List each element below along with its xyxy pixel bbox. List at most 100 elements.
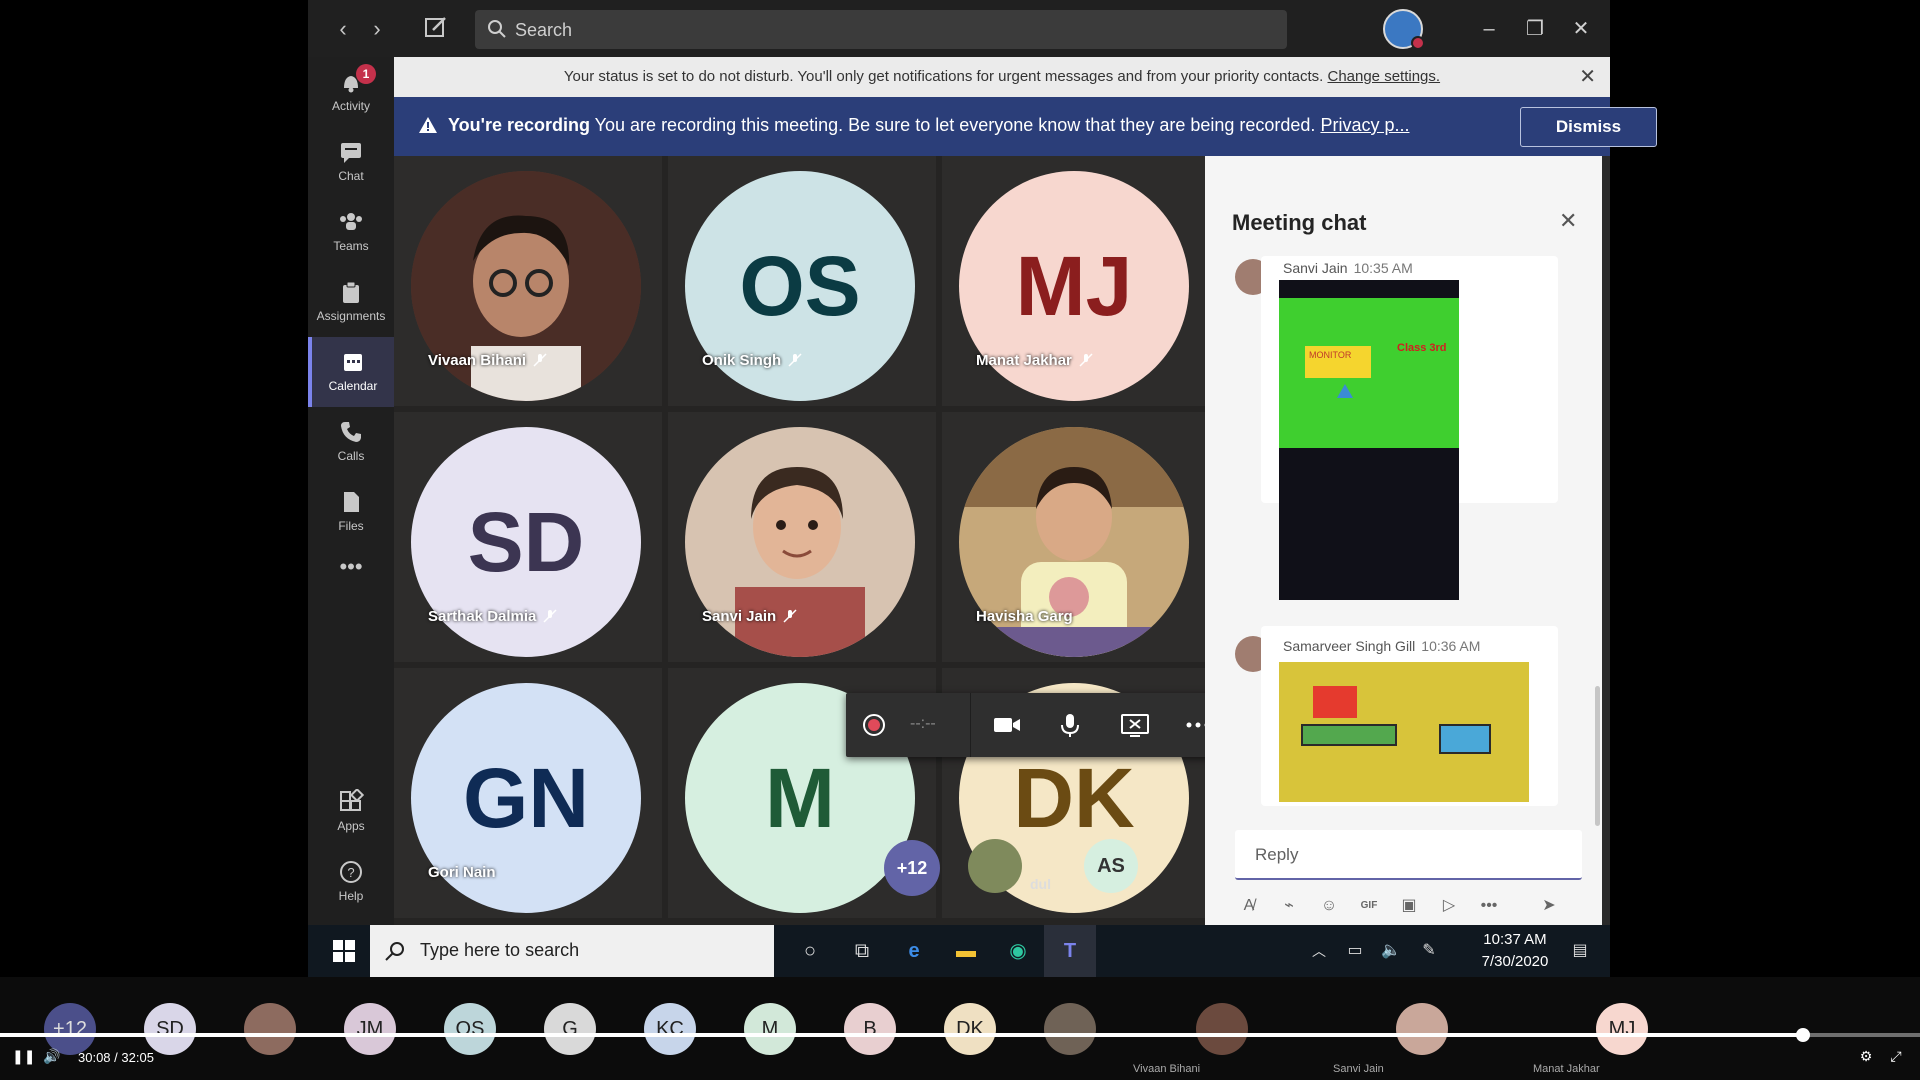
filmstrip-avatar: OS	[444, 1003, 496, 1055]
forward-arrow-icon[interactable]: ›	[362, 14, 392, 44]
rail-label: Help	[338, 889, 364, 903]
message-image[interactable]	[1279, 662, 1529, 802]
mini-participant-avatar[interactable]	[968, 839, 1022, 893]
participant-tile[interactable]: GN Gori Nain	[394, 668, 662, 918]
send-icon[interactable]: ➤	[1535, 892, 1563, 920]
mini-participant-avatar[interactable]: AS	[1084, 839, 1138, 893]
show-hidden-icons[interactable]: ︿	[1304, 925, 1334, 977]
rail-item-help[interactable]: ? Help	[308, 847, 394, 917]
notifications-icon[interactable]: ▤	[1558, 925, 1602, 977]
record-icon	[863, 714, 885, 736]
filmstrip-name: Sanvi Jain	[1333, 1063, 1384, 1075]
file-explorer-icon[interactable]: ▬	[940, 925, 992, 977]
filmstrip-avatar: SD	[144, 1003, 196, 1055]
dismiss-button[interactable]: Dismiss	[1520, 107, 1657, 147]
rail-item-apps[interactable]: Apps	[308, 777, 394, 847]
windows-taskbar: Type here to search ○ ⧉ e ▬ ◉ T ︿ ▭ 🔈 ✎ …	[308, 925, 1610, 977]
progress-knob[interactable]	[1795, 1028, 1810, 1042]
participant-tile[interactable]: Havisha Garg	[942, 412, 1210, 662]
rail-label: Activity	[331, 99, 370, 113]
participant-tile[interactable]: SD Sarthak Dalmia	[394, 412, 662, 662]
attach-icon[interactable]: ⌁	[1275, 892, 1303, 920]
more-apps-icon[interactable]: •••	[308, 547, 394, 617]
teams-taskbar-icon[interactable]: T	[1044, 925, 1096, 977]
more-participants-badge[interactable]: +12	[884, 840, 940, 896]
rail-item-assignments[interactable]: Assignments	[308, 267, 394, 337]
rail-item-calendar[interactable]: Calendar	[308, 337, 394, 407]
fullscreen-icon[interactable]: ⤢	[1886, 1048, 1906, 1068]
rail-item-chat[interactable]: Chat	[308, 127, 394, 197]
participant-tile[interactable]: MJ Manat Jakhar	[942, 156, 1210, 406]
more-options-icon[interactable]: •••	[1475, 892, 1503, 920]
close-banner-icon[interactable]: ✕	[1579, 57, 1596, 97]
search-input[interactable]: Search	[475, 10, 1287, 49]
rail-item-calls[interactable]: Calls	[308, 407, 394, 477]
mic-off-icon	[533, 353, 547, 367]
participant-tile[interactable]: Sanvi Jain	[668, 412, 936, 662]
playback-time: 30:08 / 32:05	[78, 1050, 154, 1065]
rail-label: Calendar	[328, 379, 378, 393]
volume-icon[interactable]: 🔊	[42, 1048, 62, 1068]
chat-scrollbar[interactable]	[1595, 686, 1600, 826]
rail-item-files[interactable]: Files	[308, 477, 394, 547]
privacy-link[interactable]: Privacy p...	[1320, 115, 1409, 135]
microphone-button[interactable]	[1042, 693, 1098, 757]
mic-off-icon	[1079, 353, 1093, 367]
back-arrow-icon[interactable]: ‹	[328, 14, 358, 44]
participant-name: Sarthak Dalmia	[428, 608, 558, 625]
filmstrip-avatar	[244, 1003, 296, 1055]
help-icon: ?	[340, 861, 362, 883]
rail-item-teams[interactable]: Teams	[308, 197, 394, 267]
change-settings-link[interactable]: Change settings.	[1327, 68, 1440, 85]
message-header: Sanvi Jain 10:35 AM	[1283, 260, 1413, 276]
edge-legacy-icon[interactable]: e	[888, 925, 940, 977]
camera-button[interactable]	[978, 693, 1034, 757]
close-chat-icon[interactable]: ✕	[1559, 208, 1577, 234]
participant-tile[interactable]: OS Onik Singh	[668, 156, 936, 406]
chat-icon	[341, 143, 361, 163]
participant-tile[interactable]: Vivaan Bihani	[394, 156, 662, 406]
filmstrip-avatar: KC	[644, 1003, 696, 1055]
restore-icon[interactable]: ❐	[1518, 12, 1552, 46]
filmstrip-avatar	[1396, 1003, 1448, 1055]
reply-input[interactable]: Reply	[1235, 830, 1582, 880]
volume-icon[interactable]: 🔈	[1374, 925, 1408, 977]
close-window-icon[interactable]: ✕	[1564, 12, 1598, 46]
files-icon	[344, 492, 359, 512]
microphone-icon	[1061, 714, 1079, 737]
taskbar-search-input[interactable]: Type here to search	[370, 925, 774, 977]
share-screen-button[interactable]	[1106, 693, 1162, 757]
task-view-icon[interactable]: ⧉	[836, 925, 888, 977]
filmstrip-avatar: MJ	[1596, 1003, 1648, 1055]
meet-now-icon[interactable]: ▷	[1435, 892, 1463, 920]
windows-start-icon[interactable]	[318, 925, 370, 977]
filmstrip-avatar: B	[844, 1003, 896, 1055]
clock-time: 10:37 AM	[1483, 931, 1547, 948]
compose-icon[interactable]	[423, 14, 453, 44]
video-progress-bar[interactable]	[0, 1028, 1920, 1042]
pause-icon[interactable]: ❚❚	[12, 1048, 35, 1068]
sticker-icon[interactable]: ▣	[1395, 892, 1423, 920]
pen-icon[interactable]: ✎	[1412, 925, 1446, 977]
participant-name: Havisha Garg	[976, 608, 1073, 625]
participant-name: Manat Jakhar	[976, 352, 1094, 369]
filmstrip-avatar	[1196, 1003, 1248, 1055]
cortana-icon[interactable]: ○	[784, 925, 836, 977]
rail-item-activity[interactable]: 1 Activity	[308, 57, 394, 127]
taskbar-clock[interactable]: 10:37 AM 7/30/2020	[1470, 929, 1560, 973]
profile-avatar[interactable]	[1383, 9, 1425, 50]
rail-label: Calls	[337, 449, 365, 463]
recording-banner: You're recording You are recording this …	[394, 97, 1657, 156]
clock-date: 7/30/2020	[1481, 953, 1549, 970]
gif-icon[interactable]: GIF	[1355, 892, 1383, 920]
title-bar: ‹ › Search – ❐ ✕	[308, 0, 1610, 57]
message-image[interactable]: MONITOR Class 3rd	[1279, 280, 1459, 600]
network-icon[interactable]: ▭	[1338, 925, 1372, 977]
progress-fill	[0, 1033, 1803, 1037]
minimize-icon[interactable]: –	[1472, 12, 1506, 46]
edge-icon[interactable]: ◉	[992, 925, 1044, 977]
format-icon[interactable]: A̸	[1235, 892, 1263, 920]
emoji-icon[interactable]: ☺	[1315, 892, 1343, 920]
settings-icon[interactable]: ⚙	[1856, 1048, 1876, 1068]
search-placeholder: Search	[515, 20, 573, 40]
